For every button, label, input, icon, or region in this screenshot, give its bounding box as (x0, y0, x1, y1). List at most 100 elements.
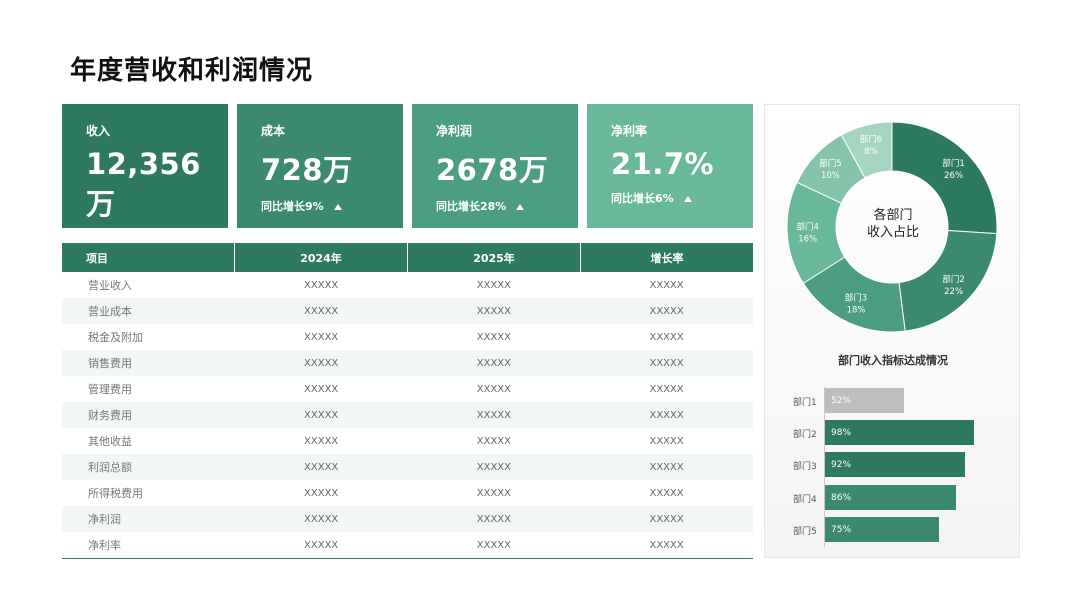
table-cell: 净利润 (88, 513, 121, 526)
table-cell: 净利率 (88, 539, 121, 552)
donut-category-label: 部门6 (860, 134, 882, 145)
kpi-card: 收入 12,356万 同比增长9% (62, 104, 228, 247)
bar-value-label: 75% (831, 524, 852, 535)
table-cell: XXXXX (649, 383, 684, 395)
donut-title-line: 收入占比 (866, 225, 919, 240)
bar-category-label: 部门2 (793, 430, 817, 440)
table-cell: XXXXX (476, 409, 512, 421)
table-row: 财务费用 XXXXX XXXXX XXXXX (62, 402, 753, 428)
table-cell: XXXXX (476, 305, 512, 317)
bar-category-label: 部门1 (793, 398, 817, 408)
kpi-value: 2678万 (436, 153, 549, 187)
kpi-value: 21.7% (611, 147, 715, 181)
table-cell: XXXXX (649, 487, 684, 499)
kpi-growth-text: 同比增长9% (261, 200, 324, 213)
table-cell: XXXXX (649, 357, 684, 369)
kpi-card: 净利润 2678万同比增长28% (412, 104, 578, 228)
table-cell: XXXXX (649, 305, 684, 317)
kpi-card: 净利率 21.7% 同比增长6% (587, 104, 753, 228)
table-cell: XXXXX (649, 539, 684, 551)
kpi-growth: 同比增长6% (611, 190, 753, 206)
kpi-label: 收入 (86, 124, 111, 138)
donut-value-label: 8% (864, 147, 878, 157)
up-triangle-icon (333, 204, 342, 210)
table-cell: XXXXX (304, 487, 339, 499)
table-cell: XXXXX (649, 409, 684, 421)
table-row: 营业成本 XXXXX XXXXX XXXXX (62, 298, 753, 324)
donut-center-label: 各部门 收入占比 (765, 207, 1021, 241)
table-cell: XXXXX (476, 279, 512, 291)
table-cell: XXXXX (304, 435, 339, 447)
table-cell: XXXXX (649, 461, 684, 473)
financial-table: 项目 2024年 2025年 增长率 营业收入 XXXXX XXXXX XXXXX 营业… (62, 243, 753, 559)
donut-title-line: 各部门 (873, 208, 913, 223)
up-triangle-icon (516, 204, 525, 210)
kpi-card: 成本 728万 同比增长9% (237, 104, 403, 228)
donut-value-label: 22% (944, 287, 963, 297)
bar: 92% (825, 452, 965, 477)
table-cell: XXXXX (476, 513, 512, 525)
table-header-cell: 2025年 (408, 243, 581, 272)
bar-value-label: 98% (831, 427, 852, 438)
table-cell: XXXXX (304, 513, 339, 525)
donut-category-label: 部门2 (942, 274, 964, 285)
table-cell: XXXXX (649, 331, 684, 343)
kpi-value: 12,356万 (86, 147, 201, 221)
table-header: 项目 2024年 2025年 增长率 (62, 243, 753, 272)
table-cell: XXXXX (476, 331, 512, 343)
kpi-label: 净利润 (436, 124, 473, 138)
table-cell: XXXXX (649, 435, 684, 447)
page-title: 年度营收和利润情况 (70, 56, 314, 86)
table-cell: XXXXX (304, 279, 339, 291)
chart-panel: 部门1 26% 部门2 22% 部门3 18% 部门4 16% 部门5 10% 部门6 8% 各部门 … (764, 104, 1020, 558)
table-cell: 利润总额 (88, 461, 132, 474)
table-cell: 营业成本 (88, 305, 132, 318)
donut-value-label: 26% (944, 171, 963, 181)
table-cell: 营业收入 (88, 279, 132, 292)
table-row: 所得税费用 XXXXX XXXXX XXXXX (62, 480, 753, 506)
kpi-value: 728万 (261, 153, 353, 187)
table-cell: 销售费用 (88, 357, 132, 370)
table-row: 利润总额 XXXXX XXXXX XXXXX (62, 454, 753, 480)
kpi-growth: 同比增长9% (261, 198, 403, 214)
table-cell: XXXXX (304, 331, 339, 343)
table-cell: XXXXX (304, 461, 339, 473)
table-row: 净利率 XXXXX XXXXX XXXXX (62, 532, 753, 558)
bar-value-label: 52% (831, 395, 852, 406)
table-row: 其他收益 XXXXX XXXXX XXXXX (62, 428, 753, 454)
table-cell: XXXXX (304, 383, 339, 395)
kpi-growth: 同比增长28% (436, 198, 578, 214)
table-cell: XXXXX (476, 435, 512, 447)
table-row: 管理费用 XXXXX XXXXX XXXXX (62, 376, 753, 402)
table-row: 税金及附加 XXXXX XXXXX XXXXX (62, 324, 753, 350)
table-cell: 管理费用 (88, 383, 132, 396)
table-cell: 其他收益 (88, 435, 132, 448)
table-row: 营业收入 XXXXX XXXXX XXXXX (62, 272, 753, 298)
kpi-growth-text: 同比增长6% (611, 192, 674, 205)
kpi-growth-text: 同比增长28% (436, 200, 507, 213)
table-cell: XXXXX (304, 539, 339, 551)
table-cell: XXXXX (476, 487, 512, 499)
bar-category-label: 部门3 (793, 462, 817, 472)
table-cell: 税金及附加 (88, 331, 143, 344)
bar-chart-title: 部门收入指标达成情况 (838, 354, 948, 367)
table-cell: XXXXX (304, 357, 339, 369)
bar: 52% (825, 388, 905, 413)
table-header-cell: 2024年 (235, 243, 408, 272)
table-row: 销售费用 XXXXX XXXXX XXXXX (62, 350, 753, 376)
bar: 98% (825, 420, 974, 445)
donut-value-label: 18% (847, 305, 866, 315)
table-cell: XXXXX (476, 357, 512, 369)
up-triangle-icon (683, 196, 692, 202)
kpi-label: 净利率 (611, 124, 648, 138)
table-header-cell: 增长率 (650, 251, 684, 265)
table-cell: 财务费用 (88, 409, 132, 422)
donut-value-label: 10% (821, 171, 840, 181)
table-cell: 所得税费用 (88, 487, 143, 500)
table-cell: XXXXX (649, 279, 684, 291)
bar: 75% (825, 517, 939, 542)
table-cell: XXXXX (476, 539, 512, 551)
bar-category-label: 部门4 (793, 495, 817, 505)
table-cell: XXXXX (476, 461, 512, 473)
donut-category-label: 部门3 (845, 292, 867, 303)
